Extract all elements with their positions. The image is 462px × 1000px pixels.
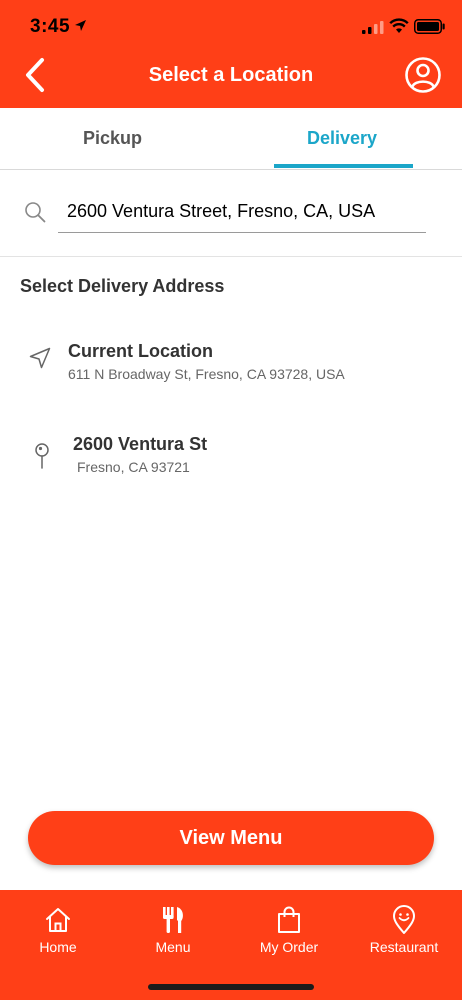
section-title: Select Delivery Address [20, 276, 225, 296]
nav-item-restaurant[interactable]: Restaurant [349, 904, 459, 964]
shopping-bag-icon [278, 906, 300, 933]
nav-label: Restaurant [369, 939, 439, 955]
search-row [0, 171, 462, 257]
nav-item-menu[interactable]: Menu [118, 904, 228, 964]
address-item-current-location[interactable]: Current Location 611 N Broadway St, Fres… [0, 332, 462, 402]
map-pin-icon [35, 443, 49, 469]
navigation-arrow-icon [29, 347, 51, 369]
nav-label: Menu [155, 939, 191, 955]
nav-label: Home [39, 939, 77, 955]
search-icon [25, 202, 46, 223]
address-detail: Fresno, CA 93721 [77, 459, 190, 475]
tab-bar: Pickup Delivery [0, 108, 462, 170]
status-bar: 3:45 [0, 0, 462, 50]
nav-label: My Order [259, 939, 319, 955]
address-detail: 611 N Broadway St, Fresno, CA 93728, USA [68, 366, 345, 382]
restaurant-pin-icon [393, 905, 415, 934]
tab-delivery[interactable]: Delivery [307, 128, 377, 149]
home-icon [46, 908, 70, 932]
address-name: 2600 Ventura St [73, 434, 208, 454]
location-services-icon [75, 20, 86, 31]
address-name: Current Location [68, 341, 214, 361]
view-menu-button[interactable]: View Menu [28, 811, 434, 865]
address-item-saved[interactable]: 2600 Ventura St Fresno, CA 93721 [0, 425, 462, 495]
battery-icon [414, 19, 445, 34]
nav-item-my-order[interactable]: My Order [234, 904, 344, 964]
status-time: 3:45 [30, 16, 71, 37]
active-tab-indicator [274, 164, 413, 168]
cellular-signal-icon [362, 21, 384, 34]
address-search-input[interactable] [58, 191, 426, 233]
tab-pickup[interactable]: Pickup [83, 128, 142, 149]
user-profile-icon [405, 57, 441, 93]
app-header: 3:45 Select a Location [0, 0, 462, 108]
profile-button[interactable] [404, 56, 442, 94]
fork-knife-icon [163, 907, 183, 933]
home-indicator [148, 984, 314, 990]
nav-item-home[interactable]: Home [3, 904, 113, 964]
wifi-icon [389, 18, 409, 33]
page-title: Select a Location [148, 64, 314, 86]
